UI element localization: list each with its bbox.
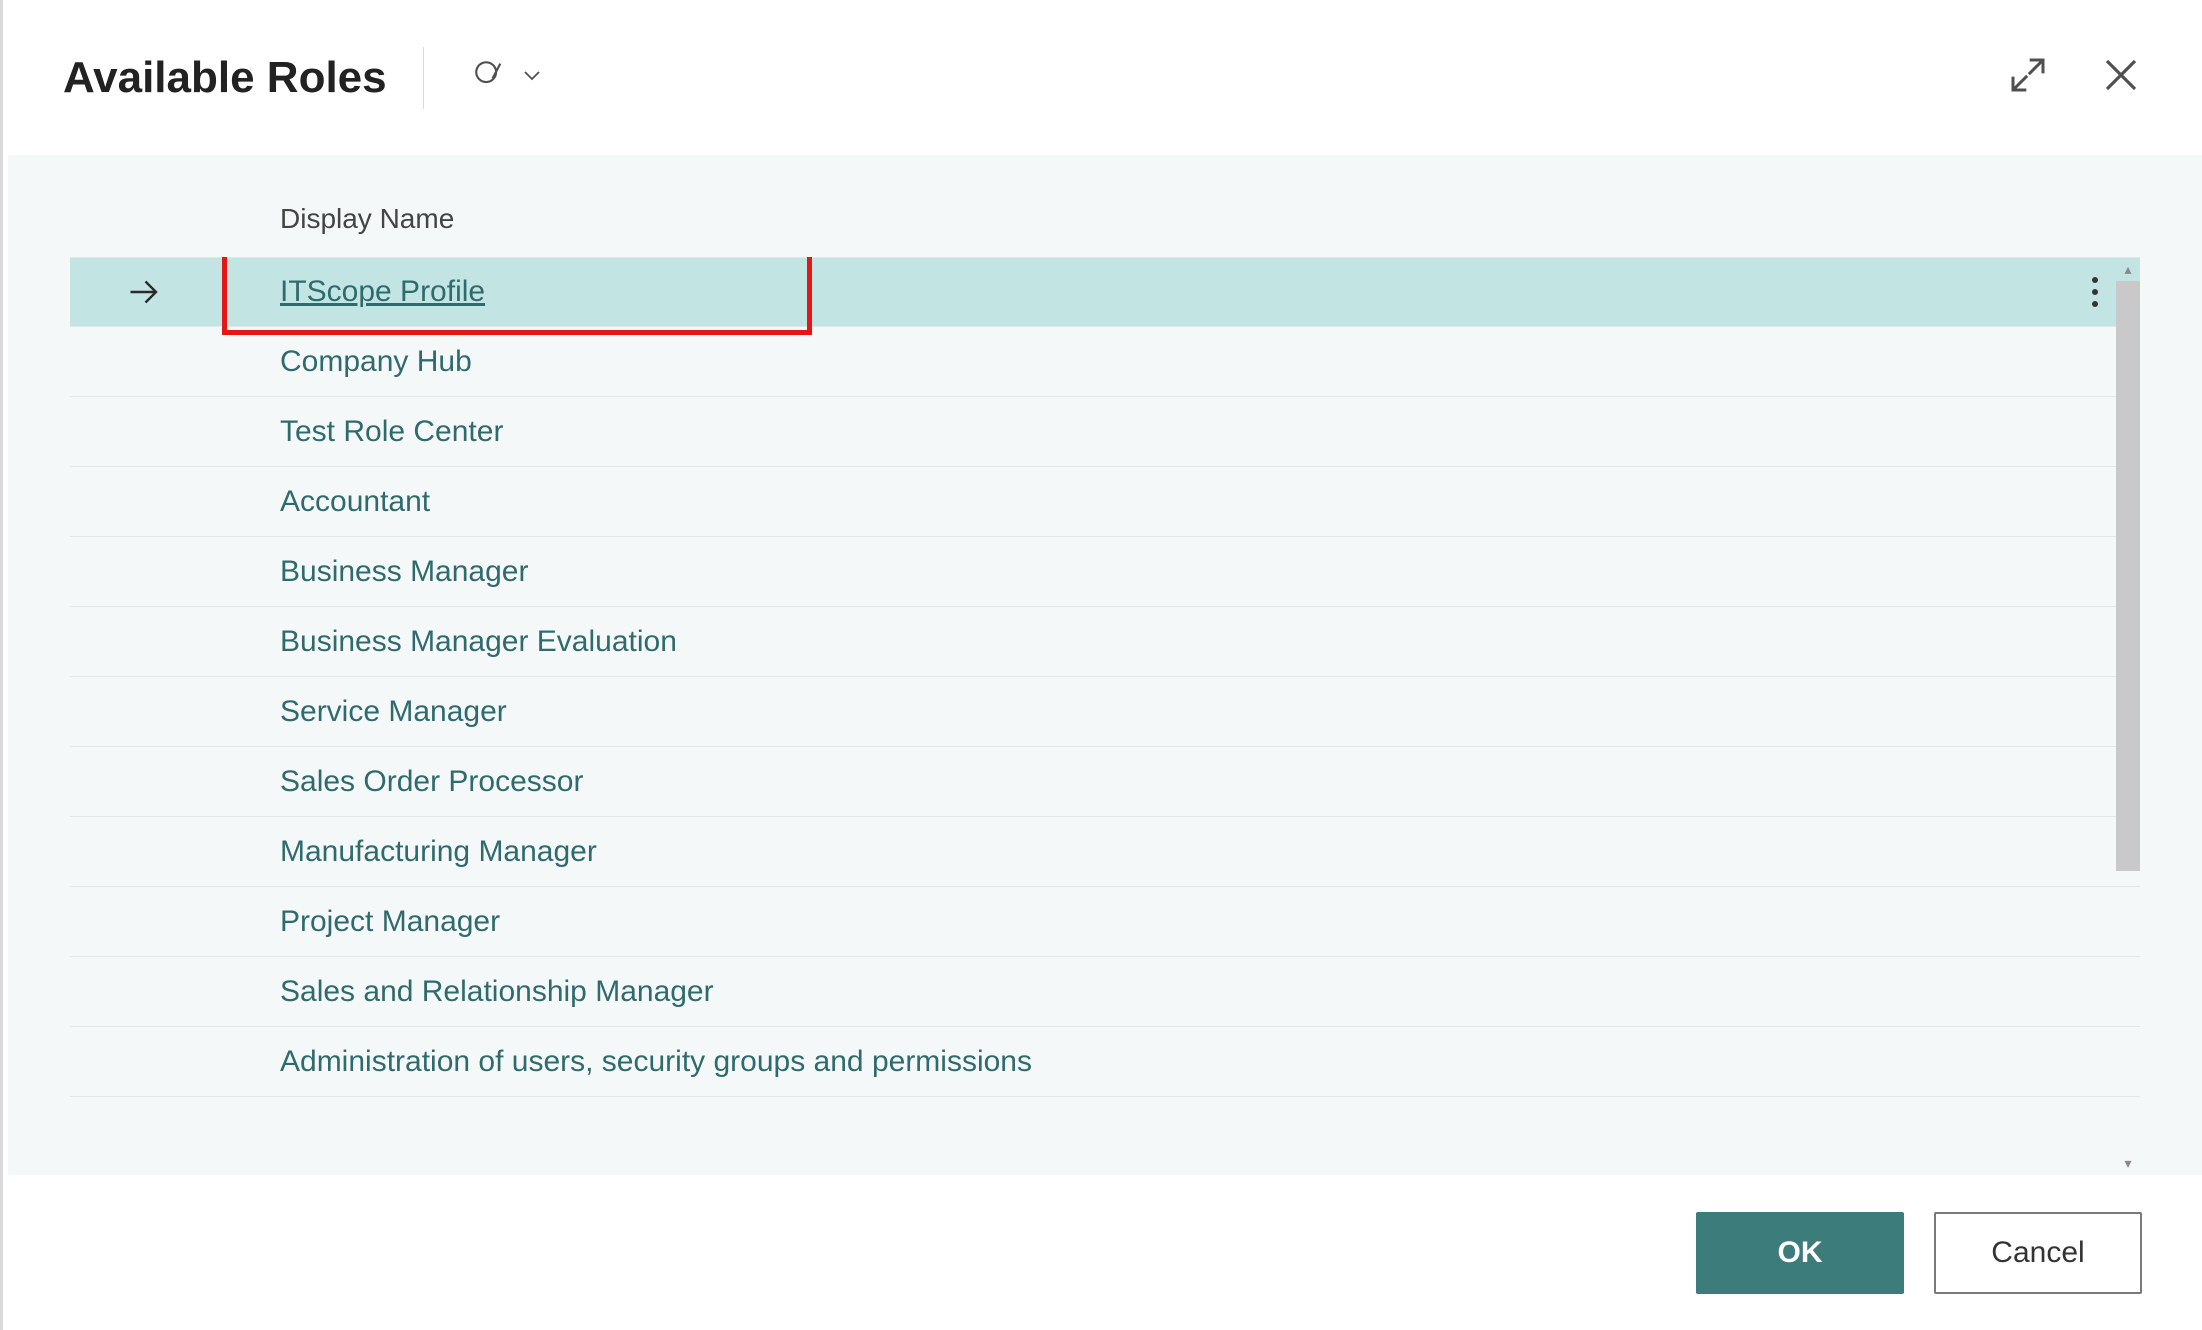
header-actions bbox=[2008, 54, 2142, 101]
role-label[interactable]: Business Manager Evaluation bbox=[280, 625, 2050, 659]
role-label[interactable]: Sales Order Processor bbox=[280, 765, 2050, 799]
expand-icon[interactable] bbox=[2008, 55, 2048, 100]
dialog-body: Display Name ITScope Profile bbox=[8, 155, 2202, 1175]
role-label[interactable]: Administration of users, security groups… bbox=[280, 1045, 2050, 1079]
role-row[interactable]: Sales and Relationship Manager bbox=[70, 957, 2140, 1027]
scroll-down-icon[interactable]: ▾ bbox=[2116, 1151, 2140, 1175]
role-label[interactable]: Company Hub bbox=[280, 345, 2050, 379]
roles-list: ITScope Profile Company Hub Test Role Ce… bbox=[70, 257, 2140, 1175]
dialog-footer: OK Cancel bbox=[3, 1175, 2202, 1330]
role-row[interactable]: Business Manager Evaluation bbox=[70, 607, 2140, 677]
role-row[interactable]: Administration of users, security groups… bbox=[70, 1027, 2140, 1097]
role-row[interactable]: ITScope Profile bbox=[70, 257, 2140, 327]
close-icon[interactable] bbox=[2100, 54, 2142, 101]
header-divider bbox=[423, 47, 424, 109]
role-row[interactable]: Company Hub bbox=[70, 327, 2140, 397]
scroll-up-icon[interactable]: ▴ bbox=[2116, 257, 2140, 281]
role-label[interactable]: Manufacturing Manager bbox=[280, 835, 2050, 869]
role-label[interactable]: Test Role Center bbox=[280, 415, 2050, 449]
role-label[interactable]: Service Manager bbox=[280, 695, 2050, 729]
cancel-button[interactable]: Cancel bbox=[1934, 1212, 2142, 1294]
search-button[interactable] bbox=[472, 58, 544, 97]
ok-button[interactable]: OK bbox=[1696, 1212, 1904, 1294]
scroll-thumb[interactable] bbox=[2116, 281, 2140, 871]
dialog-title: Available Roles bbox=[63, 53, 387, 103]
role-row[interactable]: Manufacturing Manager bbox=[70, 817, 2140, 887]
chevron-down-icon bbox=[520, 63, 544, 92]
role-row[interactable]: Project Manager bbox=[70, 887, 2140, 957]
role-row[interactable]: Sales Order Processor bbox=[70, 747, 2140, 817]
role-row[interactable]: Service Manager bbox=[70, 677, 2140, 747]
role-label[interactable]: Accountant bbox=[280, 485, 2050, 519]
role-row[interactable]: Accountant bbox=[70, 467, 2140, 537]
role-label[interactable]: Sales and Relationship Manager bbox=[280, 975, 2050, 1009]
column-header-display-name[interactable]: Display Name bbox=[70, 203, 2140, 257]
role-label[interactable]: Business Manager bbox=[280, 555, 2050, 589]
available-roles-dialog: Available Roles bbox=[0, 0, 2202, 1330]
role-row[interactable]: Test Role Center bbox=[70, 397, 2140, 467]
dialog-header: Available Roles bbox=[3, 0, 2202, 155]
scrollbar[interactable]: ▴ ▾ bbox=[2116, 257, 2140, 1175]
row-selected-indicator bbox=[70, 274, 280, 310]
role-label[interactable]: Project Manager bbox=[280, 905, 2050, 939]
role-row[interactable]: Business Manager bbox=[70, 537, 2140, 607]
role-label[interactable]: ITScope Profile bbox=[280, 275, 2050, 309]
search-icon bbox=[472, 58, 506, 97]
